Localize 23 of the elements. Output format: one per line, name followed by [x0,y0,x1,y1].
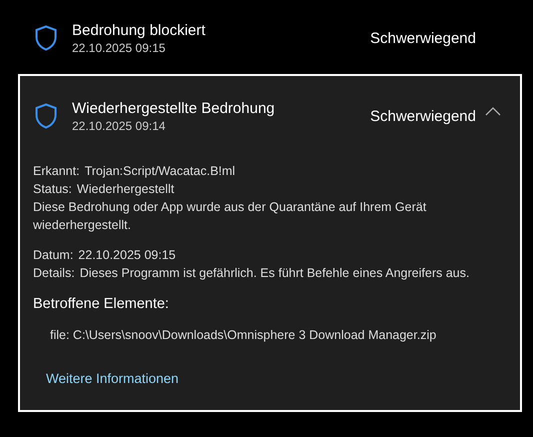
field-value: Trojan:Script/Wacatac.B!ml [84,163,236,180]
field-label: Status: [33,181,72,198]
shield-icon [35,25,57,51]
more-info-link[interactable]: Weitere Informationen [46,370,179,388]
threat-title: Bedrohung blockiert [72,20,206,40]
description-text: Diese Bedrohung oder App wurde aus der Quarantäne auf Ihrem Gerät wiederhergestellt. [33,199,428,234]
section-heading: Betroffene Elemente: [33,295,170,314]
field-label: Erkannt: [33,163,80,180]
severity-label: Schwerwiegend [370,30,476,46]
threat-date: 22.10.2025 09:14 [72,118,166,134]
field-value: Wiederhergestellt [76,181,174,198]
shield-icon [35,103,57,129]
field-label: Datum: [33,247,74,264]
file-path: file: C:\Users\snoov\Downloads\Omnisphere 3 Download Manager.zip [50,327,438,344]
threat-date: 22.10.2025 09:15 [72,40,166,56]
collapse-chevron-icon[interactable] [485,107,501,116]
field-value: 22.10.2025 09:15 [78,247,176,264]
field-label: Details: [33,265,75,282]
severity-label: Schwerwiegend [370,108,476,124]
threat-title: Wiederhergestellte Bedrohung [72,98,276,118]
threat-row[interactable] [18,74,522,412]
threat-row[interactable]: Bedrohung blockiert 22.10.2025 09:15 Schwerwiegend [18,6,522,70]
field-value: Dieses Programm ist gefährlich. Es führt Befehle eines Angreifers aus. [80,265,470,282]
